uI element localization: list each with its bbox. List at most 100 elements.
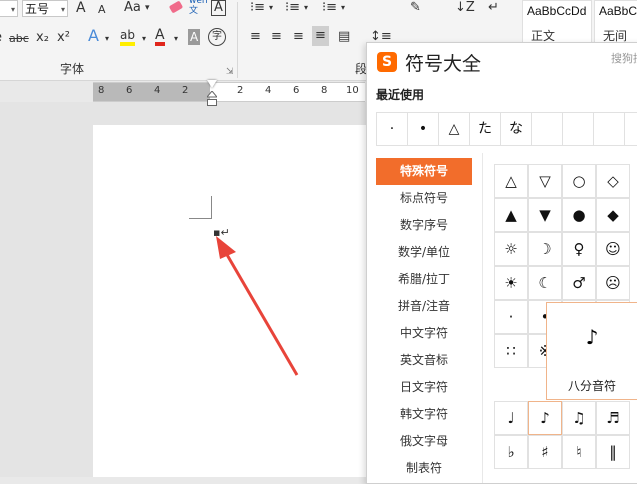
font-dialog-launcher-icon[interactable]: ⇲ <box>226 64 234 80</box>
clear-format-button[interactable] <box>168 0 186 19</box>
align-center-button[interactable]: ≡ <box>271 29 282 45</box>
font-size-combo[interactable]: 五号 ▾ <box>22 0 68 17</box>
category-punctuation[interactable]: 标点符号 <box>376 185 472 212</box>
recent-symbol[interactable]: △ <box>439 113 470 145</box>
distributed-button[interactable]: ▤ <box>338 29 350 45</box>
numbered-list-button[interactable]: ⁝≡ <box>285 0 300 16</box>
symbol-cell[interactable]: ◇ <box>596 164 630 198</box>
change-case-button[interactable]: Aa <box>124 0 141 16</box>
recent-symbol[interactable]: · <box>377 113 408 145</box>
symbol-cell[interactable]: ♂ <box>562 266 596 300</box>
category-english-phonetic[interactable]: 英文音标 <box>376 347 472 374</box>
justify-button[interactable]: ≡ <box>312 26 329 46</box>
symbol-cell[interactable]: ● <box>562 198 596 232</box>
symbol-cell[interactable]: ☹ <box>596 266 630 300</box>
recent-symbol[interactable]: • <box>408 113 439 145</box>
ruler-tick: 4 <box>265 85 272 96</box>
dialog-subtitle: 搜狗拼 <box>611 52 637 65</box>
bullet-list-button[interactable]: ⁝≡ <box>250 0 265 16</box>
symbol-cell[interactable]: ▲ <box>494 198 528 232</box>
font-color-dropdown-icon[interactable]: ▾ <box>174 31 178 47</box>
music-symbol-cell[interactable]: ♯ <box>528 435 562 469</box>
symbol-cell[interactable]: ☀ <box>494 266 528 300</box>
music-symbol-cell[interactable]: ♪ <box>528 401 562 435</box>
ruler-tick: 4 <box>154 85 161 96</box>
superscript-button[interactable]: x² <box>57 30 70 46</box>
show-marks-button[interactable]: ↵ <box>488 0 499 16</box>
bullet-list-dropdown-icon[interactable]: ▾ <box>269 0 273 16</box>
font-group-label: 字体 <box>60 62 85 76</box>
symbol-cell[interactable]: ∷ <box>494 334 528 368</box>
align-left-button[interactable]: ≡ <box>250 29 261 45</box>
text-effect-dropdown-icon[interactable]: ▾ <box>105 31 109 47</box>
shrink-font-button[interactable]: A <box>98 2 106 18</box>
change-case-dropdown-icon[interactable]: ▾ <box>145 0 150 16</box>
recent-symbol[interactable]: た <box>470 113 501 145</box>
category-box-drawing[interactable]: 制表符 <box>376 455 472 482</box>
style-normal[interactable]: AaBbCcDd 正文 <box>522 0 592 46</box>
hanging-indent-marker[interactable] <box>207 91 217 107</box>
text-effect-button[interactable]: A <box>88 28 99 44</box>
symbol-cell[interactable]: △ <box>494 164 528 198</box>
symbol-cell[interactable]: ☾ <box>528 266 562 300</box>
music-symbol-cell[interactable]: ♩ <box>494 401 528 435</box>
recent-symbol[interactable] <box>625 113 637 145</box>
category-greek-latin[interactable]: 希腊/拉丁 <box>376 266 472 293</box>
category-pinyin-zhuyin[interactable]: 拼音/注音 <box>376 293 472 320</box>
ruler-tick: 2 <box>237 85 244 96</box>
symbol-cell[interactable]: · <box>494 300 528 334</box>
category-korean-chars[interactable]: 韩文字符 <box>376 401 472 428</box>
music-symbol-cell[interactable]: ♫ <box>562 401 596 435</box>
category-japanese-chars[interactable]: 日文字符 <box>376 374 472 401</box>
recent-symbol[interactable] <box>532 113 563 145</box>
style-no-spacing[interactable]: AaBbC 无间 <box>594 0 637 46</box>
category-math-units[interactable]: 数学/单位 <box>376 239 472 266</box>
subscript-button[interactable]: x₂ <box>36 30 49 46</box>
category-special-symbols[interactable]: 特殊符号 <box>376 158 472 185</box>
font-name-combo[interactable]: ▾ <box>0 0 18 17</box>
multilevel-list-button[interactable]: ⁝≡ <box>322 0 337 16</box>
symbol-cell[interactable]: ◆ <box>596 198 630 232</box>
highlight-dropdown-icon[interactable]: ▾ <box>142 31 146 47</box>
symbol-cell[interactable]: ☽ <box>528 232 562 266</box>
recent-symbol[interactable] <box>594 113 625 145</box>
highlight-button[interactable]: ab <box>120 28 135 46</box>
style-normal-sample: AaBbCcDd <box>527 4 587 18</box>
category-list: 特殊符号 标点符号 数字序号 数学/单位 希腊/拉丁 拼音/注音 中文字符 英文… <box>376 158 472 482</box>
dialog-title: 符号大全 <box>405 53 482 75</box>
multilevel-list-dropdown-icon[interactable]: ▾ <box>341 0 345 16</box>
music-symbol-cell[interactable]: ♬ <box>596 401 630 435</box>
symbol-cell[interactable]: ☼ <box>494 232 528 266</box>
music-symbol-cell[interactable]: ♭ <box>494 435 528 469</box>
music-symbol-cell[interactable]: ‖ <box>596 435 630 469</box>
first-line-indent-marker[interactable] <box>207 80 217 88</box>
recent-symbol[interactable] <box>563 113 594 145</box>
music-symbol-cell[interactable]: ♮ <box>562 435 596 469</box>
font-color-button[interactable]: A <box>155 28 165 46</box>
symbol-cell[interactable]: ♀ <box>562 232 596 266</box>
group-divider <box>237 2 238 78</box>
symbol-cell[interactable]: ▽ <box>528 164 562 198</box>
recent-symbol[interactable]: な <box>501 113 532 145</box>
numbered-list-dropdown-icon[interactable]: ▾ <box>304 0 308 16</box>
ruler-tick: 6 <box>293 85 300 96</box>
align-right-button[interactable]: ≡ <box>293 29 304 45</box>
sort-button[interactable]: ↓Z <box>455 0 475 16</box>
horizontal-ruler[interactable]: 8 6 4 2 2 4 6 8 10 <box>93 82 365 102</box>
char-border-button[interactable]: A <box>211 0 226 16</box>
phonetic-guide-button[interactable]: wén 文 <box>189 0 208 16</box>
grow-font-button[interactable]: A <box>76 0 86 16</box>
char-shading-button[interactable]: A <box>188 29 201 45</box>
shapes-button[interactable]: ✎ <box>410 0 421 16</box>
category-russian-letters[interactable]: 俄文字母 <box>376 428 472 455</box>
ruler-left-margin <box>93 83 210 101</box>
strikethrough-button[interactable]: abc <box>9 31 29 47</box>
bold-partial-icon[interactable]: e <box>0 30 2 46</box>
symbol-cell[interactable]: ☺ <box>596 232 630 266</box>
symbol-cell[interactable]: ○ <box>562 164 596 198</box>
category-number-symbols[interactable]: 数字序号 <box>376 212 472 239</box>
document-page[interactable] <box>93 125 393 477</box>
category-chinese-chars[interactable]: 中文字符 <box>376 320 472 347</box>
enclose-char-button[interactable]: 字 <box>208 28 226 46</box>
symbol-cell[interactable]: ▼ <box>528 198 562 232</box>
